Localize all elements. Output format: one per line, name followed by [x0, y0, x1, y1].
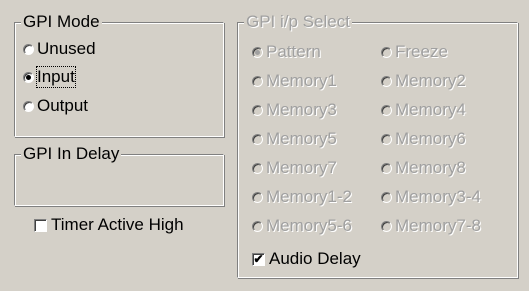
radio-memory4-icon: [381, 104, 392, 116]
audio-delay-checkbox[interactable]: ✔ Audio Delay: [252, 248, 361, 270]
ip-select-freeze-radio[interactable]: Freeze: [381, 41, 448, 63]
ip-select-memory3-4-radio[interactable]: Memory3-4: [381, 186, 481, 208]
radio-unused-icon: [23, 43, 34, 55]
gpi-in-delay-group: GPI In Delay: [14, 144, 224, 206]
radio-pattern-icon: [252, 46, 263, 58]
timer-active-high-checkbox[interactable]: Timer Active High: [34, 214, 184, 236]
ip-select-memory1-radio[interactable]: Memory1: [252, 70, 337, 92]
ip-select-pattern-radio[interactable]: Pattern: [252, 41, 321, 63]
ip-select-memory6-label: Memory6: [395, 129, 466, 148]
radio-input-icon: [23, 71, 34, 83]
timer-active-high-label: Timer Active High: [51, 215, 184, 234]
radio-memory7-8-icon: [381, 220, 392, 232]
ip-select-memory7-radio[interactable]: Memory7: [252, 157, 337, 179]
radio-memory7-icon: [252, 162, 263, 174]
ip-select-memory3-label: Memory3: [266, 100, 337, 119]
ip-select-memory6-radio[interactable]: Memory6: [381, 128, 466, 150]
ip-select-memory2-label: Memory2: [395, 71, 466, 90]
gpi-mode-input-label: Input: [36, 66, 76, 88]
gpi-mode-output-radio[interactable]: Output: [23, 95, 88, 117]
ip-select-memory8-radio[interactable]: Memory8: [381, 157, 466, 179]
radio-output-icon: [23, 100, 34, 112]
ip-select-memory5-radio[interactable]: Memory5: [252, 128, 337, 150]
ip-select-freeze-label: Freeze: [395, 42, 448, 61]
radio-memory5-6-icon: [252, 220, 263, 232]
checkmark-icon: ✔: [252, 251, 265, 266]
timer-checkbox-icon: [34, 218, 47, 232]
ip-select-memory7-8-radio[interactable]: Memory7-8: [381, 215, 481, 237]
radio-memory3-icon: [252, 104, 263, 116]
ip-select-memory8-label: Memory8: [395, 158, 466, 177]
ip-select-memory5-6-radio[interactable]: Memory5-6: [252, 215, 352, 237]
radio-memory1-2-icon: [252, 191, 263, 203]
radio-memory2-icon: [381, 75, 392, 87]
gpi-mode-title: GPI Mode: [21, 12, 102, 32]
gpi-in-delay-title: GPI In Delay: [21, 144, 122, 164]
ip-select-memory7-label: Memory7: [266, 158, 337, 177]
ip-select-memory3-4-label: Memory3-4: [395, 187, 481, 206]
radio-memory5-icon: [252, 133, 263, 145]
gpi-mode-unused-radio[interactable]: Unused: [23, 38, 96, 60]
gpi-mode-unused-label: Unused: [37, 39, 96, 58]
radio-memory1-icon: [252, 75, 263, 87]
audio-delay-label: Audio Delay: [269, 249, 361, 268]
radio-freeze-icon: [381, 46, 392, 58]
ip-select-memory2-radio[interactable]: Memory2: [381, 70, 466, 92]
ip-select-memory1-2-label: Memory1-2: [266, 187, 352, 206]
ip-select-memory5-6-label: Memory5-6: [266, 216, 352, 235]
ip-select-memory4-radio[interactable]: Memory4: [381, 99, 466, 121]
radio-memory8-icon: [381, 162, 392, 174]
gpi-ip-select-title: GPI i/p Select: [244, 12, 352, 32]
radio-memory6-icon: [381, 133, 392, 145]
ip-select-memory5-label: Memory5: [266, 129, 337, 148]
ip-select-memory4-label: Memory4: [395, 100, 466, 119]
gpi-mode-group: GPI Mode Unused Input Output: [14, 12, 224, 137]
gpi-mode-output-label: Output: [37, 96, 89, 115]
ip-select-pattern-label: Pattern: [266, 42, 321, 61]
ip-select-memory1-label: Memory1: [266, 71, 337, 90]
ip-select-memory3-radio[interactable]: Memory3: [252, 99, 337, 121]
gpi-ip-select-group: GPI i/p Select Pattern Freeze Memory1 Me…: [237, 12, 518, 278]
radio-memory3-4-icon: [381, 191, 392, 203]
ip-select-memory7-8-label: Memory7-8: [395, 216, 481, 235]
gpi-mode-input-radio[interactable]: Input: [23, 66, 76, 88]
ip-select-memory1-2-radio[interactable]: Memory1-2: [252, 186, 352, 208]
